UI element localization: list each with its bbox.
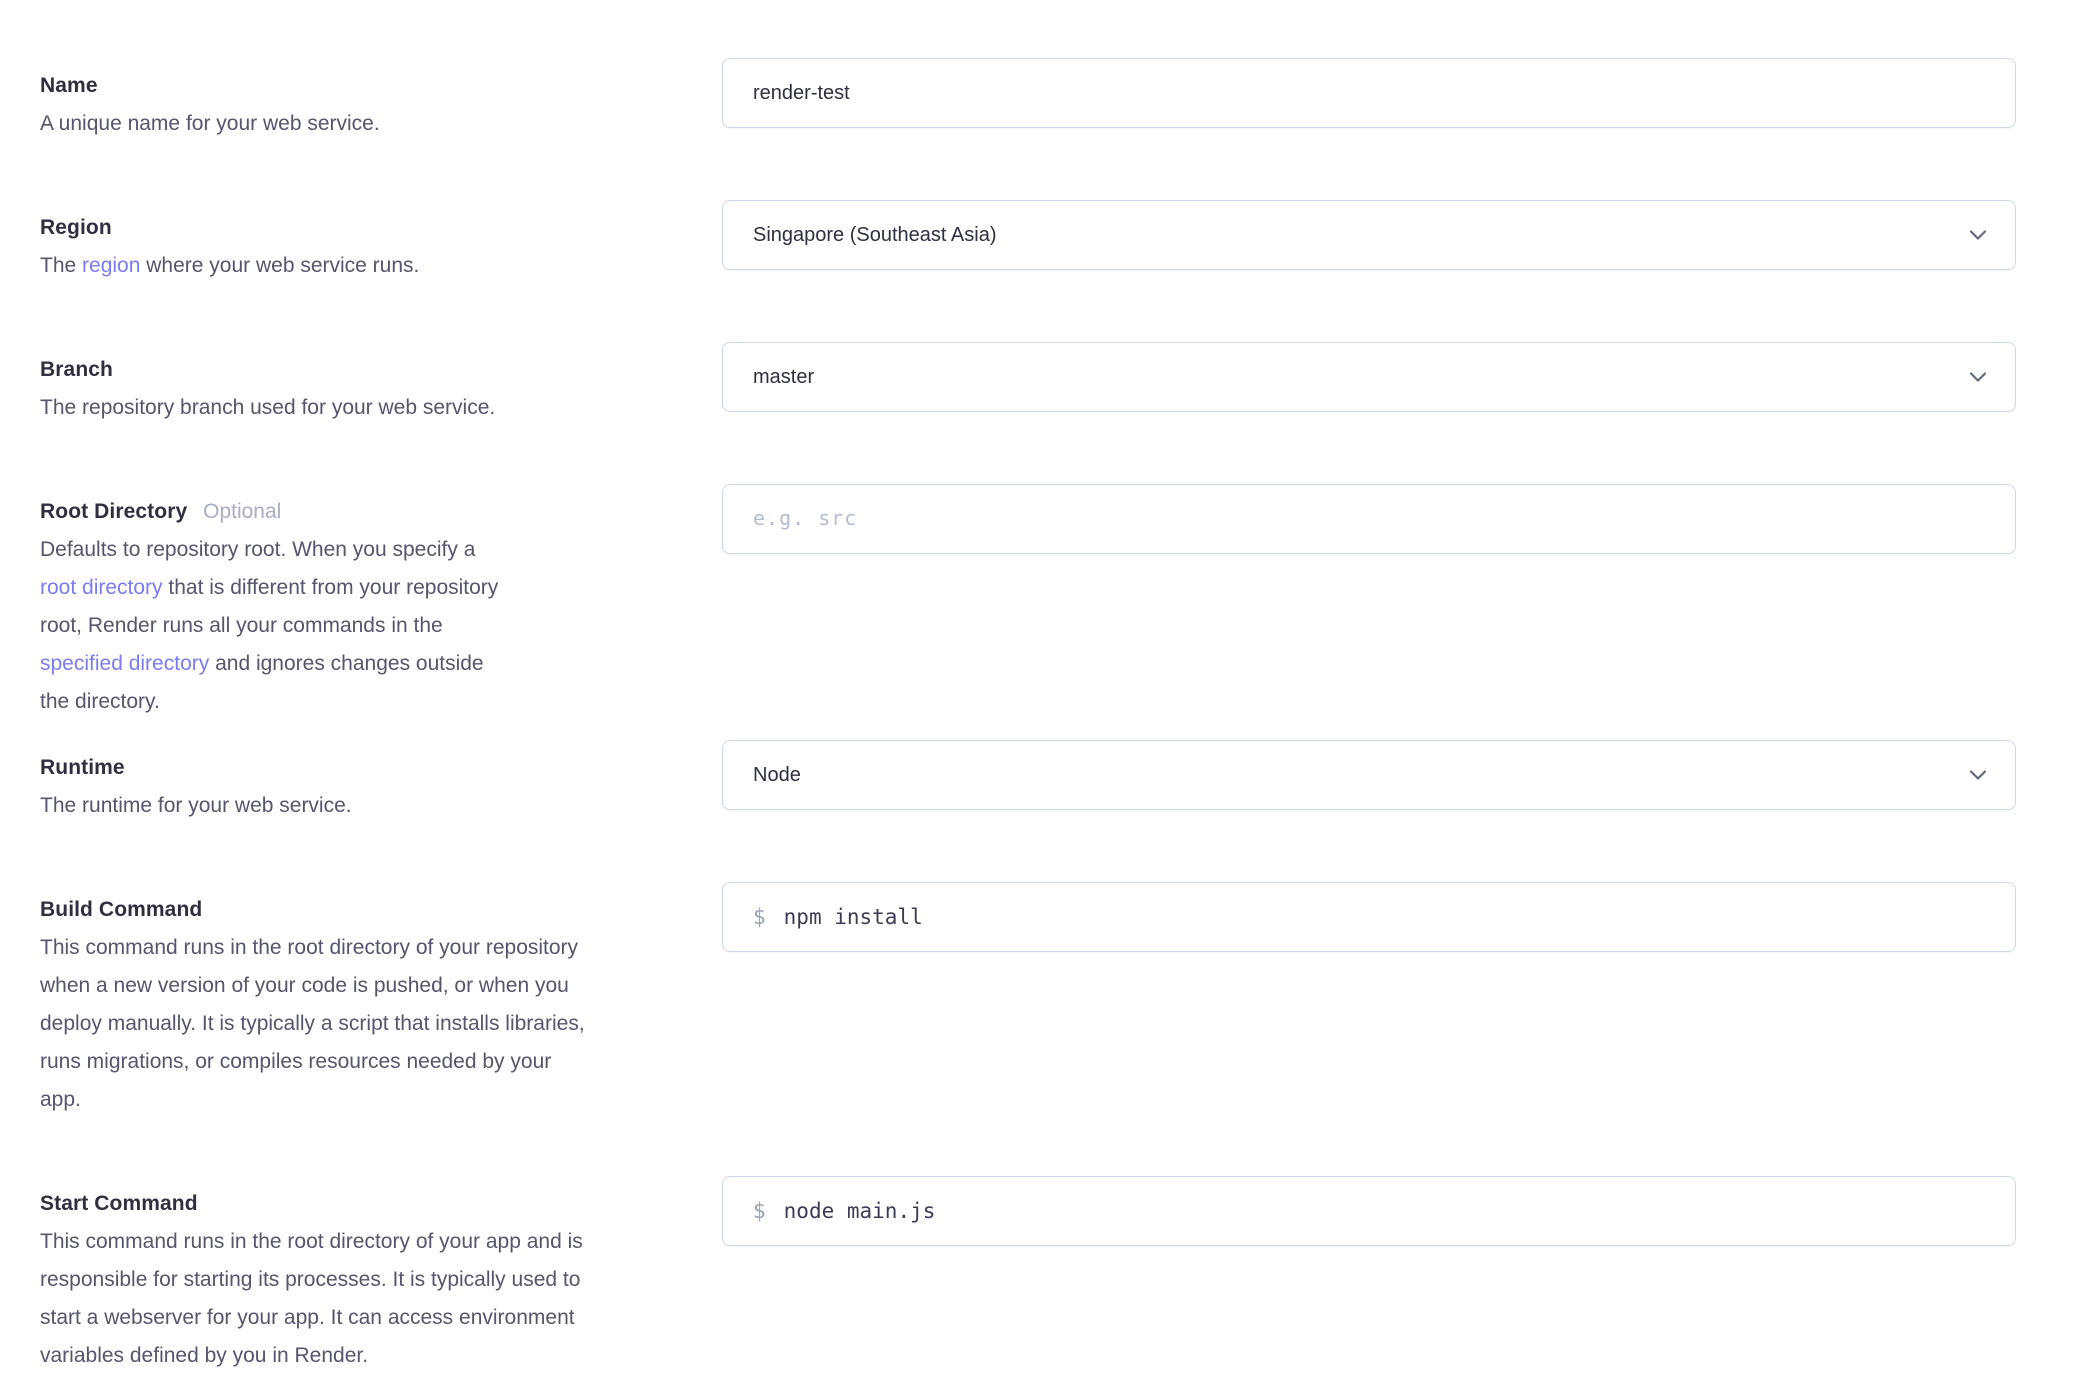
name-label: Name xyxy=(40,74,98,97)
branch-description: The repository branch used for your web … xyxy=(40,389,600,427)
name-input[interactable] xyxy=(753,59,1985,127)
field-row-branch: Branch The repository branch used for yo… xyxy=(40,342,2016,418)
region-select[interactable]: Singapore (Southeast Asia) xyxy=(722,200,2016,270)
field-row-runtime: Runtime The runtime for your web service… xyxy=(40,740,2016,816)
region-description: The region where your web service runs. xyxy=(40,247,600,285)
field-row-root-directory: Root Directory Optional Defaults to repo… xyxy=(40,484,2016,674)
branch-select[interactable]: master xyxy=(722,342,2016,412)
shell-prompt: $ xyxy=(753,1199,766,1223)
root-directory-description: Defaults to repository root. When you sp… xyxy=(40,531,510,721)
name-field-info: Name A unique name for your web service. xyxy=(40,58,722,143)
runtime-select[interactable]: Node xyxy=(722,740,2016,810)
branch-label: Branch xyxy=(40,358,113,381)
start-command-input-wrapper: $ xyxy=(722,1176,2016,1246)
runtime-description: The runtime for your web service. xyxy=(40,787,600,825)
region-selected-value: Singapore (Southeast Asia) xyxy=(753,224,997,247)
branch-field-info: Branch The repository branch used for yo… xyxy=(40,342,722,427)
chevron-down-icon xyxy=(1969,770,1987,781)
chevron-down-icon xyxy=(1969,230,1987,241)
branch-selected-value: master xyxy=(753,366,814,389)
field-row-build-command: Build Command This command runs in the r… xyxy=(40,882,2016,1110)
shell-prompt: $ xyxy=(753,905,766,929)
root-directory-input-wrapper xyxy=(722,484,2016,554)
root-directory-label: Root Directory xyxy=(40,500,187,523)
chevron-down-icon xyxy=(1969,372,1987,383)
build-command-input-wrapper: $ xyxy=(722,882,2016,952)
start-command-label: Start Command xyxy=(40,1192,198,1215)
build-command-label: Build Command xyxy=(40,898,202,921)
web-service-settings-form: Name A unique name for your web service.… xyxy=(0,0,2082,1392)
build-command-input[interactable] xyxy=(784,883,1985,951)
inline-link[interactable]: region xyxy=(82,254,140,277)
field-row-region: Region The region where your web service… xyxy=(40,200,2016,276)
root-directory-field-info: Root Directory Optional Defaults to repo… xyxy=(40,484,722,721)
start-command-description: This command runs in the root directory … xyxy=(40,1223,596,1375)
root-directory-input[interactable] xyxy=(753,485,1985,553)
build-command-field-info: Build Command This command runs in the r… xyxy=(40,882,722,1119)
region-label: Region xyxy=(40,216,112,239)
region-field-info: Region The region where your web service… xyxy=(40,200,722,285)
inline-link[interactable]: root directory xyxy=(40,576,163,599)
field-row-name: Name A unique name for your web service. xyxy=(40,58,2016,134)
optional-tag: Optional xyxy=(203,500,281,523)
build-command-description: This command runs in the root directory … xyxy=(40,929,596,1119)
field-row-start-command: Start Command This command runs in the r… xyxy=(40,1176,2016,1366)
name-input-wrapper xyxy=(722,58,2016,128)
name-description: A unique name for your web service. xyxy=(40,105,600,143)
runtime-label: Runtime xyxy=(40,756,125,779)
start-command-input[interactable] xyxy=(784,1177,1985,1245)
runtime-field-info: Runtime The runtime for your web service… xyxy=(40,740,722,825)
runtime-selected-value: Node xyxy=(753,764,801,787)
start-command-field-info: Start Command This command runs in the r… xyxy=(40,1176,722,1375)
inline-link[interactable]: specified directory xyxy=(40,652,209,675)
